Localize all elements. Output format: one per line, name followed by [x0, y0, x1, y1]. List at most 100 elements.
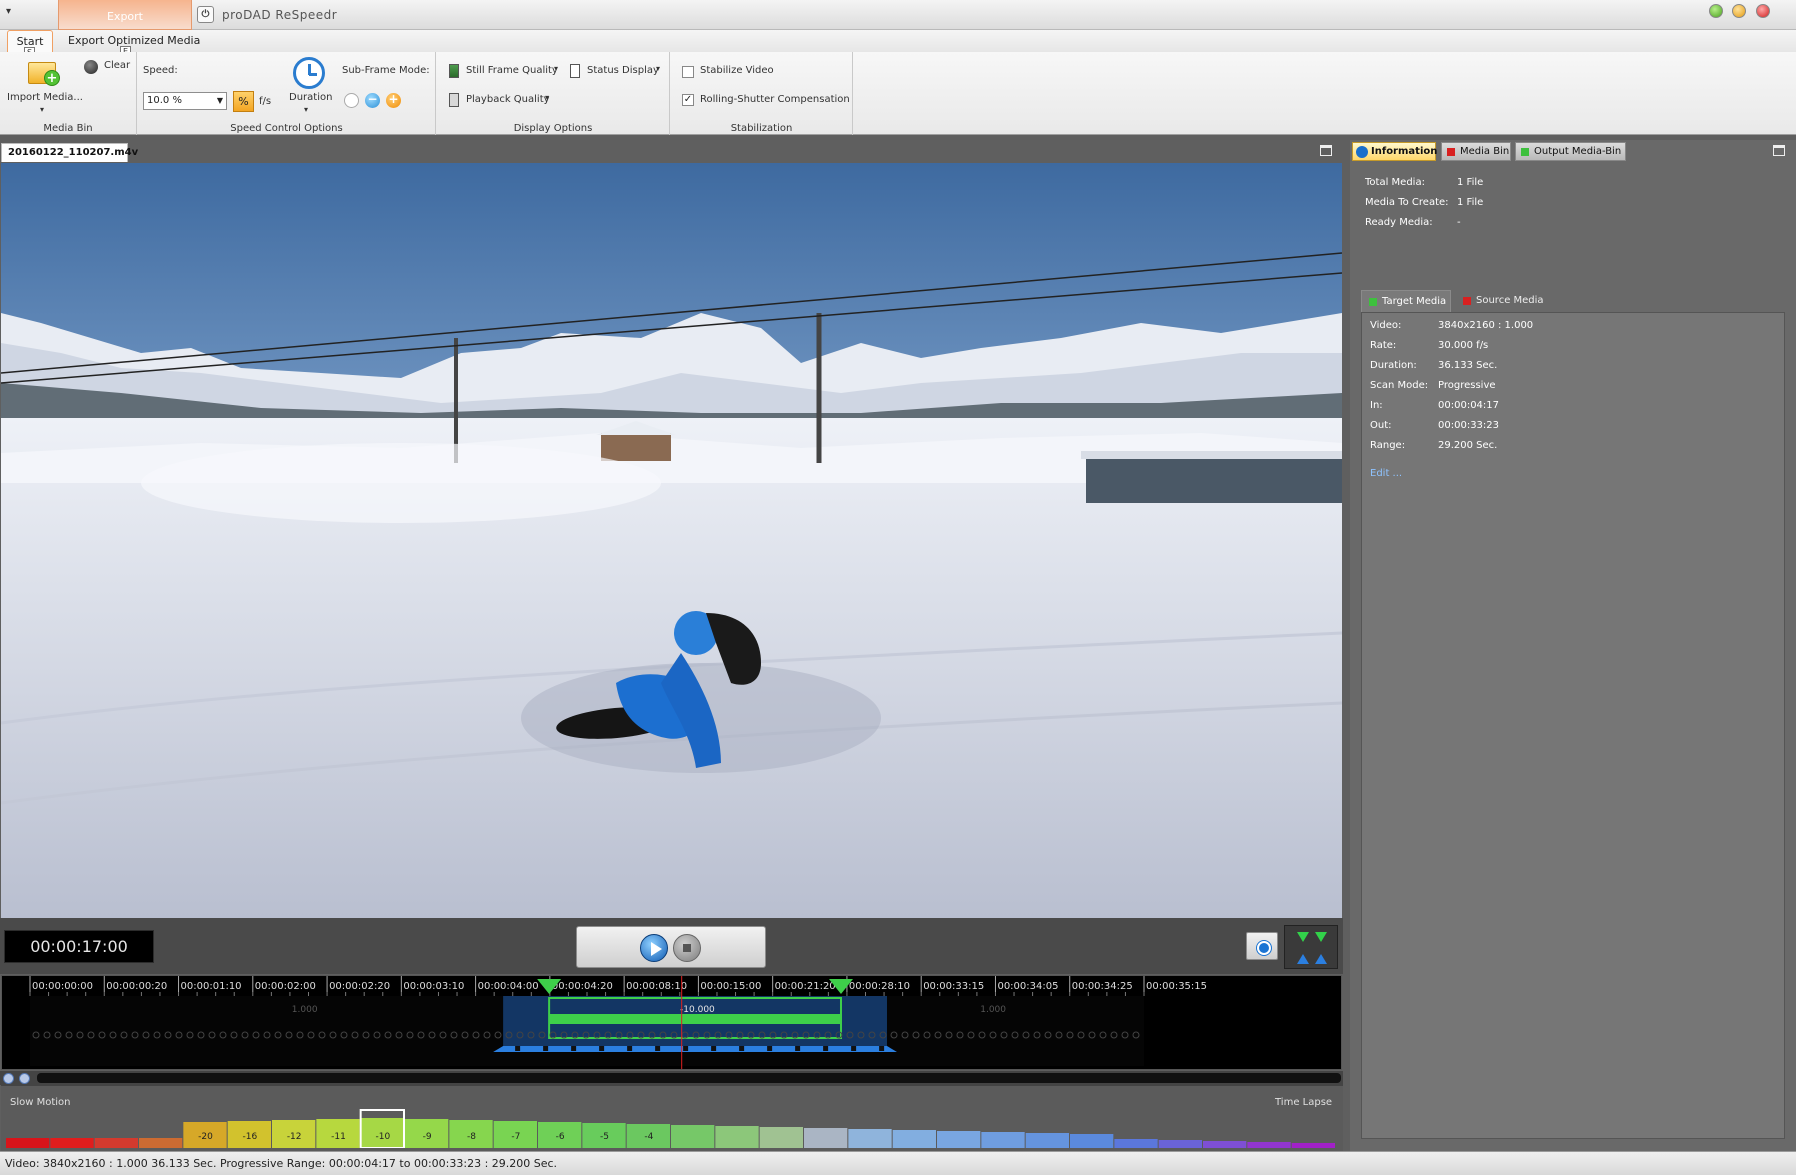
target-value-in: 00:00:04:17	[1438, 400, 1500, 411]
target-key-in: In:	[1370, 400, 1383, 411]
clear-icon[interactable]	[84, 60, 98, 74]
output-bin-green-square-icon	[1521, 148, 1529, 156]
marker-in-blue-icon	[1297, 954, 1309, 964]
speed-scale-segment[interactable]	[848, 1129, 892, 1148]
fps-mode-button[interactable]: f/s	[259, 96, 271, 107]
timeline-tick-label: 00:00:35:15	[1146, 981, 1207, 992]
tab-export-optimized-media[interactable]: Export Optimized Media	[60, 30, 208, 52]
target-green-square-icon	[1369, 298, 1377, 306]
export-context-tab[interactable]: Export	[58, 0, 192, 30]
viewer-maximize-icon[interactable]	[1320, 145, 1332, 156]
frame-marker	[851, 1046, 857, 1051]
duration-dropdown-icon[interactable]: ▾	[304, 105, 308, 114]
target-value-range: 29.200 Sec.	[1438, 440, 1498, 451]
speed-scale-segment[interactable]	[1247, 1142, 1291, 1148]
slow-motion-label: Slow Motion	[10, 1097, 71, 1108]
speed-scale-segment[interactable]	[1070, 1134, 1114, 1148]
timeline-canvas[interactable]: 00:00:00:00 00:00:00:20 00:00:01:10 00:00:0…	[2, 976, 1341, 1069]
speed-scale-segment[interactable]	[804, 1128, 848, 1148]
tab-target-media-label: Target Media	[1382, 296, 1447, 307]
playback-quality-icon	[449, 93, 459, 107]
duration-button[interactable]: Duration	[289, 92, 332, 103]
timeline[interactable]: 00:00:00:00 00:00:00:20 00:00:01:10 00:00:0…	[1, 975, 1342, 1070]
quick-access-dropdown-icon[interactable]: ▾	[6, 6, 11, 17]
close-button[interactable]	[1756, 4, 1770, 18]
info-tab-icon	[1356, 146, 1368, 158]
target-key-out: Out:	[1370, 420, 1392, 431]
target-value-duration: 36.133 Sec.	[1438, 360, 1498, 371]
zoom-out-icon[interactable]	[19, 1073, 30, 1084]
speed-scale-segment[interactable]	[6, 1138, 50, 1148]
playback-quality-button[interactable]: Playback Quality	[466, 94, 550, 105]
speed-scale-segment[interactable]	[715, 1126, 759, 1148]
speed-scale-segment[interactable]	[1158, 1140, 1202, 1148]
still-quality-dropdown-icon[interactable]: ▾	[554, 64, 558, 73]
playback-quality-dropdown-icon[interactable]: ▾	[545, 93, 549, 102]
tab-target-media[interactable]: Target Media	[1361, 290, 1451, 312]
speed-scale-segment[interactable]	[94, 1138, 138, 1148]
maximize-button[interactable]	[1732, 4, 1746, 18]
info-key-media-to-create: Media To Create:	[1365, 197, 1449, 208]
speed-scale-label: -9	[423, 1132, 432, 1142]
speed-scale-segment[interactable]	[50, 1138, 94, 1148]
speed-scale-segment[interactable]	[1203, 1141, 1247, 1148]
title-bar: ▾ Export ⏻ proDAD ReSpeedr	[0, 0, 1796, 30]
duration-clock-icon[interactable]	[293, 57, 325, 89]
left-speed-label: 1.000	[292, 1005, 318, 1015]
subframe-label: Sub-Frame Mode:	[342, 65, 430, 76]
tab-information[interactable]: Information	[1352, 142, 1438, 161]
speed-scale-segment[interactable]	[1291, 1143, 1335, 1148]
tab-media-bin[interactable]: Media Bin	[1441, 142, 1511, 161]
subframe-off-icon[interactable]	[344, 93, 359, 108]
group-label-display: Display Options	[513, 123, 593, 134]
subframe-minus-icon[interactable]: −	[365, 93, 380, 108]
respeedr-window: ▾ Export ⏻ proDAD ReSpeedr Start Export …	[0, 0, 1796, 1175]
percent-mode-button[interactable]: %	[233, 91, 254, 112]
still-quality-icon	[449, 64, 459, 78]
video-preview[interactable]	[1, 163, 1342, 918]
speed-scale-segment[interactable]	[981, 1132, 1025, 1148]
stop-icon[interactable]	[673, 934, 701, 962]
import-media-button[interactable]: Import Media...	[7, 92, 83, 103]
speed-scale-segment[interactable]	[937, 1131, 981, 1148]
import-dropdown-icon[interactable]: ▾	[40, 105, 44, 114]
panel-maximize-icon[interactable]	[1773, 145, 1785, 156]
target-key-range: Range:	[1370, 440, 1406, 451]
tab-source-media[interactable]: Source Media	[1456, 290, 1556, 312]
time-lapse-label: Time Lapse	[1275, 1097, 1333, 1108]
clear-button[interactable]: Clear	[104, 60, 130, 71]
stabilize-video-checkbox[interactable]	[682, 66, 694, 78]
speed-scale-segment[interactable]	[1114, 1139, 1158, 1148]
edit-link[interactable]: Edit ...	[1370, 468, 1402, 479]
still-frame-quality-button[interactable]: Still Frame Quality	[466, 65, 558, 76]
in-out-markers-icon[interactable]	[1284, 925, 1338, 969]
tab-output-media-bin[interactable]: Output Media-Bin	[1515, 142, 1626, 161]
status-display-dropdown-icon[interactable]: ▾	[656, 64, 660, 73]
rolling-shutter-checkbox[interactable]: ✓	[682, 94, 694, 106]
speed-scale-segment[interactable]	[759, 1127, 803, 1148]
speed-select[interactable]: 10.0 % ▼	[143, 92, 227, 110]
speed-scale-segment[interactable]	[892, 1130, 936, 1148]
speed-scale-segment[interactable]	[671, 1125, 715, 1148]
zoom-in-icon[interactable]	[3, 1073, 14, 1084]
minimize-button[interactable]	[1709, 4, 1723, 18]
play-icon[interactable]	[640, 934, 668, 962]
tab-source-media-label: Source Media	[1476, 295, 1544, 306]
timeline-scrollbar[interactable]	[37, 1073, 1341, 1083]
speed-scale-segment[interactable]	[1025, 1133, 1069, 1148]
range-base-bar[interactable]	[493, 1046, 897, 1052]
app-title: proDAD ReSpeedr	[222, 8, 338, 22]
subframe-plus-icon[interactable]: +	[386, 93, 401, 108]
status-display-button[interactable]: Status Display	[587, 65, 659, 76]
speed-segment-bar[interactable]	[549, 1014, 841, 1024]
tab-information-label: Information	[1371, 146, 1438, 157]
record-icon[interactable]	[1246, 932, 1278, 960]
speed-scale-bar[interactable]: -20 -16 -12 -11 -10 -9 -8 -7 -6 -5 -4	[6, 1108, 1336, 1148]
chevron-down-icon: ▼	[216, 96, 223, 105]
speed-scale-segment[interactable]	[139, 1138, 183, 1148]
speed-scale-label: -4	[644, 1132, 653, 1142]
speed-label: Speed:	[143, 65, 178, 76]
tab-video-file[interactable]: 20160122_110207.m4v	[1, 143, 138, 162]
source-red-square-icon	[1463, 297, 1471, 305]
frame-marker	[515, 1046, 521, 1051]
